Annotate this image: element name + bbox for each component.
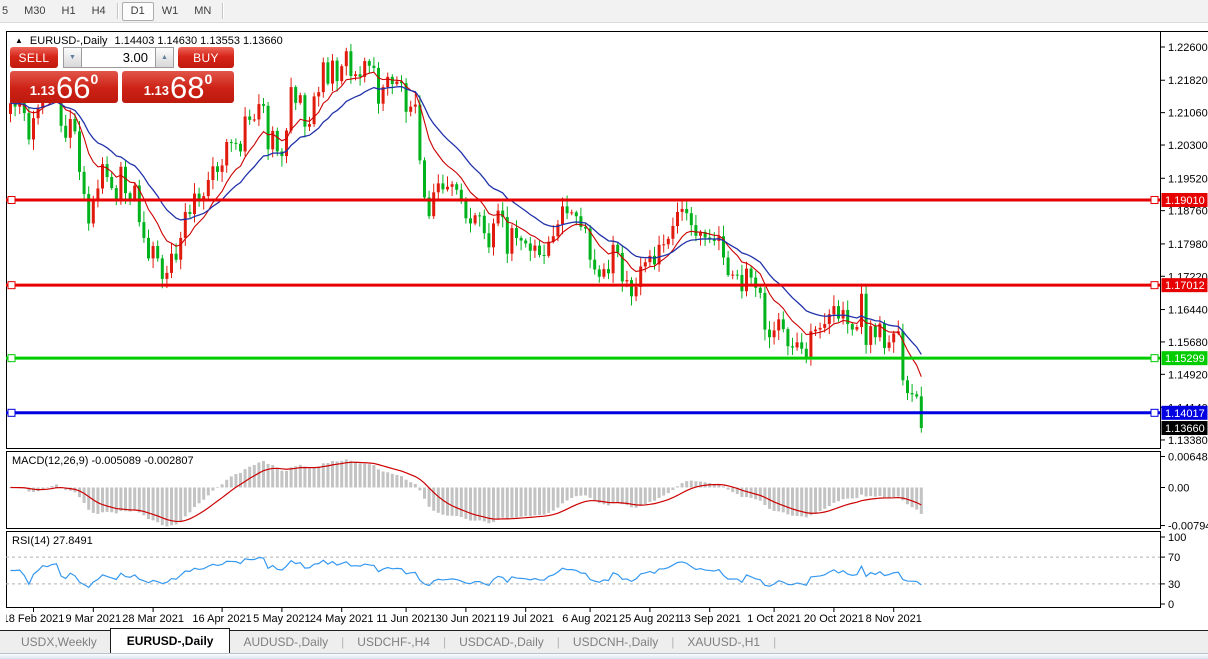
line-handle[interactable] bbox=[8, 355, 15, 362]
timeframe-button-w1[interactable]: W1 bbox=[154, 2, 187, 21]
line-handle[interactable] bbox=[1151, 409, 1158, 416]
rsi-axis: 100 70 30 0 bbox=[1160, 532, 1186, 611]
svg-text:16 Apr 2021: 16 Apr 2021 bbox=[192, 613, 251, 625]
rsi-label: RSI(14) 27.8491 bbox=[12, 535, 93, 547]
sell-price-pipette: 0 bbox=[91, 71, 99, 87]
svg-text:25 Aug 2021: 25 Aug 2021 bbox=[619, 613, 681, 625]
volume-input[interactable] bbox=[82, 47, 155, 68]
toolbar-separator bbox=[117, 3, 119, 19]
chart-tab-usdcnh-daily[interactable]: USDCNH-,Daily bbox=[560, 631, 671, 653]
chart-tab-usdx-weekly[interactable]: USDX,Weekly bbox=[8, 631, 110, 653]
svg-text:6 Aug 2021: 6 Aug 2021 bbox=[562, 613, 618, 625]
timeframe-toolbar: 5M30H1H4 D1W1MN bbox=[0, 0, 1208, 23]
line-handle[interactable] bbox=[1151, 355, 1158, 362]
svg-text:1.21060: 1.21060 bbox=[1168, 108, 1208, 120]
buy-button[interactable]: BUY bbox=[178, 47, 234, 68]
timeframe-button-mn[interactable]: MN bbox=[186, 2, 219, 21]
svg-text:5 May 2021: 5 May 2021 bbox=[253, 613, 310, 625]
volume-decrease-button[interactable]: ▼ bbox=[63, 47, 82, 68]
rsi-pane-frame bbox=[7, 532, 1161, 608]
svg-text:0: 0 bbox=[1168, 599, 1174, 611]
collapse-trade-panel-icon[interactable]: ▲ bbox=[15, 36, 23, 46]
svg-text:9 Mar 2021: 9 Mar 2021 bbox=[65, 613, 121, 625]
mt4-terminal-window: 5M30H1H4 D1W1MN 1.22600 1.21820 1.21060 1.20… bbox=[0, 0, 1208, 659]
buy-price-main: 1.13 bbox=[144, 83, 169, 98]
timeframe-button-h1[interactable]: H1 bbox=[54, 2, 84, 21]
svg-text:18 Feb 2021: 18 Feb 2021 bbox=[6, 613, 64, 625]
svg-text:1.15680: 1.15680 bbox=[1168, 337, 1208, 349]
volume-increase-button[interactable]: ▲ bbox=[155, 47, 174, 68]
current-price-value: 1.13660 bbox=[1165, 423, 1205, 435]
timeframe-button-5[interactable]: 5 bbox=[0, 2, 16, 21]
svg-text:1.22600: 1.22600 bbox=[1168, 42, 1208, 54]
line-handle[interactable] bbox=[8, 197, 15, 204]
svg-text:1.17012: 1.17012 bbox=[1165, 280, 1205, 292]
svg-text:1.15299: 1.15299 bbox=[1165, 353, 1205, 365]
chart-tab-xauusd-h1[interactable]: XAUUSD-,H1 bbox=[674, 631, 773, 653]
line-handle[interactable] bbox=[1151, 197, 1158, 204]
svg-text:1.18760: 1.18760 bbox=[1168, 206, 1208, 218]
line-handle[interactable] bbox=[1151, 282, 1158, 289]
svg-text:1.14920: 1.14920 bbox=[1168, 369, 1208, 381]
svg-text:70: 70 bbox=[1168, 552, 1180, 564]
timeframe-button-h4[interactable]: H4 bbox=[84, 2, 114, 21]
timeframe-button-m30[interactable]: M30 bbox=[16, 2, 53, 21]
sell-price-main: 1.13 bbox=[30, 83, 55, 98]
buy-price-pipette: 0 bbox=[205, 71, 213, 87]
svg-text:30: 30 bbox=[1168, 579, 1180, 591]
svg-text:1.19010: 1.19010 bbox=[1165, 195, 1205, 207]
sell-price-pips: 66 bbox=[56, 75, 90, 101]
trade-controls-row: SELL ▼ ▲ BUY bbox=[10, 47, 234, 68]
price-chart[interactable]: 1.22600 1.21820 1.21060 1.20300 1.19520 1.187… bbox=[6, 31, 1208, 630]
chevron-down-icon: ▼ bbox=[69, 54, 76, 61]
svg-text:100: 100 bbox=[1168, 532, 1186, 544]
timeframe-button-d1[interactable]: D1 bbox=[122, 2, 154, 21]
chart-tab-audusd-daily[interactable]: AUDUSD-,Daily bbox=[230, 631, 341, 653]
svg-text:19 Jul 2021: 19 Jul 2021 bbox=[497, 613, 554, 625]
chart-title-bar: ▲ EURUSD-,Daily 1.14403 1.14630 1.13553 … bbox=[15, 35, 283, 47]
svg-text:1.20300: 1.20300 bbox=[1168, 140, 1208, 152]
macd-axis: 0.006485 0.00 -0.007947 bbox=[1160, 451, 1208, 532]
svg-text:8 Nov 2021: 8 Nov 2021 bbox=[866, 613, 922, 625]
svg-text:20 Oct 2021: 20 Oct 2021 bbox=[804, 613, 864, 625]
svg-text:24 May 2021: 24 May 2021 bbox=[310, 613, 374, 625]
chart-window: 1.22600 1.21820 1.21060 1.20300 1.19520 1.187… bbox=[6, 31, 1208, 630]
line-handle[interactable] bbox=[8, 282, 15, 289]
svg-text:1.21820: 1.21820 bbox=[1168, 75, 1208, 87]
svg-text:0.006485: 0.006485 bbox=[1168, 451, 1208, 463]
chart-tab-usdchf-h4[interactable]: USDCHF-,H4 bbox=[344, 631, 443, 653]
svg-text:1 Oct 2021: 1 Oct 2021 bbox=[747, 613, 801, 625]
svg-text:1.16440: 1.16440 bbox=[1168, 305, 1208, 317]
svg-text:0.00: 0.00 bbox=[1168, 483, 1189, 495]
chart-symbol-label: EURUSD-,Daily bbox=[30, 35, 108, 47]
macd-label: MACD(12,26,9) -0.005089 -0.002807 bbox=[12, 455, 194, 467]
buy-price-pips: 68 bbox=[170, 75, 204, 101]
svg-text:1.14017: 1.14017 bbox=[1165, 408, 1205, 420]
sell-button[interactable]: SELL bbox=[10, 47, 58, 68]
svg-text:1.13380: 1.13380 bbox=[1168, 435, 1208, 447]
chevron-up-icon: ▲ bbox=[161, 54, 168, 61]
chart-tab-eurusd-daily[interactable]: EURUSD-,Daily bbox=[110, 628, 231, 653]
svg-text:13 Sep 2021: 13 Sep 2021 bbox=[679, 613, 741, 625]
time-axis: 18 Feb 20219 Mar 202128 Mar 2021 16 Apr 2… bbox=[6, 608, 922, 625]
chart-tab-usdcad-daily[interactable]: USDCAD-,Daily bbox=[446, 631, 557, 653]
chart-ohlc-values: 1.14403 1.14630 1.13553 1.13660 bbox=[115, 35, 283, 47]
line-handle[interactable] bbox=[8, 409, 15, 416]
toolbar-separator bbox=[222, 3, 224, 19]
svg-text:-0.007947: -0.007947 bbox=[1168, 521, 1208, 533]
svg-text:30 Jun 2021: 30 Jun 2021 bbox=[436, 613, 497, 625]
svg-text:28 Mar 2021: 28 Mar 2021 bbox=[122, 613, 184, 625]
svg-text:11 Jun 2021: 11 Jun 2021 bbox=[376, 613, 436, 625]
svg-text:1.17980: 1.17980 bbox=[1168, 239, 1208, 251]
svg-text:1.19520: 1.19520 bbox=[1168, 173, 1208, 185]
chart-tabs-bar: USDX,WeeklyEURUSD-,DailyAUDUSD-,Daily | US… bbox=[0, 630, 1208, 653]
buy-price-panel[interactable]: 1.13 68 0 bbox=[122, 71, 234, 103]
tab-separator: | bbox=[773, 635, 776, 649]
price-axis: 1.22600 1.21820 1.21060 1.20300 1.19520 1.187… bbox=[1160, 42, 1208, 447]
sell-price-panel[interactable]: 1.13 66 0 bbox=[10, 71, 118, 103]
status-strip bbox=[0, 653, 1208, 659]
